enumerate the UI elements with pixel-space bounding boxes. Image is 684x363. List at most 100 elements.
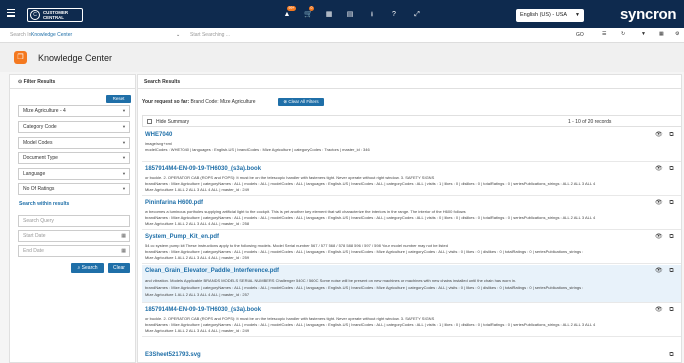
view-icon[interactable]: 👁 bbox=[655, 307, 663, 314]
expand-icon[interactable]: ⤢ bbox=[413, 11, 421, 19]
search-input[interactable]: Start Searching ... bbox=[190, 32, 230, 38]
result-item: 1857914M4-EN-09-19-TH6030_(s3a).book or … bbox=[142, 163, 681, 196]
language-filter-select[interactable]: Language ▼ bbox=[18, 168, 130, 180]
refresh-icon[interactable]: ↻ bbox=[621, 31, 625, 37]
brand-select-value: Mize Agriculture - 4 bbox=[23, 108, 66, 114]
search-in-label: Search In bbox=[10, 32, 32, 38]
knowledge-center-icon: ❒ bbox=[14, 51, 27, 64]
result-title[interactable]: 1857914M4-EN-09-19-TH6030_(s3a).book bbox=[145, 166, 261, 172]
hide-summary-checkbox[interactable] bbox=[147, 119, 152, 124]
search-query-placeholder: Search Query bbox=[23, 218, 54, 224]
search-within-title: Search within results bbox=[19, 201, 70, 207]
result-title[interactable]: 1857914M4-EN-09-19-TH6030_(s3a).book bbox=[145, 307, 261, 313]
copy-icon[interactable]: ⧉ bbox=[668, 166, 675, 173]
result-line: Mize Agriculture 1 ALL 2 ALL 3 ALL 4 ALL… bbox=[145, 328, 250, 333]
result-item: E3Sheet521793.svg ⧉ bbox=[142, 338, 681, 362]
filter-icon[interactable]: ▼ bbox=[641, 31, 646, 37]
result-item-highlighted: Clean_Grain_Elevator_Paddle_Interference… bbox=[142, 265, 681, 303]
language-select[interactable]: English (US) - USA ▼ bbox=[516, 9, 584, 22]
result-line: and vibration. Models Applicable BRANDS … bbox=[145, 278, 517, 283]
view-icon[interactable]: 👁 bbox=[655, 132, 663, 139]
go-button[interactable]: GO bbox=[576, 32, 584, 38]
chevron-down-icon[interactable]: ⌄ bbox=[176, 32, 180, 38]
result-title[interactable]: System_Pump_Kit_en.pdf bbox=[145, 234, 219, 240]
document-type-value: Document Type bbox=[23, 155, 58, 161]
calendar-icon[interactable]: ▦ bbox=[659, 31, 664, 37]
alert-icon[interactable]: ▲ bbox=[283, 11, 291, 19]
settings-icon[interactable]: ⚙ bbox=[675, 31, 679, 37]
reset-button[interactable]: Reset bbox=[106, 95, 131, 103]
category-code-select[interactable]: Category Code ▼ bbox=[18, 121, 130, 133]
view-icon[interactable]: 👁 bbox=[655, 200, 663, 207]
start-date-input[interactable]: Start Date ▦ bbox=[18, 230, 130, 242]
ratings-select[interactable]: No Of Ratings ▼ bbox=[18, 183, 130, 195]
view-icon[interactable]: 👁 bbox=[655, 268, 663, 275]
clear-all-filters-button[interactable]: ⊗ Clear All Filters bbox=[278, 98, 324, 106]
copy-icon[interactable]: ⧉ bbox=[668, 234, 675, 241]
clipboard-icon[interactable]: ▤ bbox=[346, 11, 354, 19]
result-item: Pininfarina H600.pdf w becomes a luminou… bbox=[142, 197, 681, 230]
search-button[interactable]: ⌕ Search bbox=[71, 263, 104, 273]
result-line: Mize Agriculture 1 ALL 2 ALL 3 ALL 4 ALL… bbox=[145, 255, 250, 260]
ratings-value: No Of Ratings bbox=[23, 186, 55, 192]
chevron-down-icon: ▼ bbox=[575, 12, 580, 18]
search-query-input[interactable]: Search Query bbox=[18, 215, 130, 227]
copy-icon[interactable]: ⧉ bbox=[668, 352, 675, 359]
chevron-down-icon: ▼ bbox=[122, 171, 126, 176]
result-line: brandNames : Mize Agriculture | category… bbox=[145, 215, 596, 220]
end-date-placeholder: End Date bbox=[23, 248, 44, 254]
result-title[interactable]: Pininfarina H600.pdf bbox=[145, 200, 203, 206]
cart-icon[interactable]: 🛒 bbox=[304, 11, 313, 19]
brand-select[interactable]: Mize Agriculture - 4 ▼ bbox=[18, 105, 130, 117]
page-title: Knowledge Center bbox=[38, 53, 113, 63]
result-title[interactable]: E3Sheet521793.svg bbox=[145, 352, 201, 358]
result-line: modelCodes : WHE7040 | languages : Engli… bbox=[145, 147, 370, 152]
hamburger-icon[interactable] bbox=[7, 9, 15, 18]
result-line: brandNames : Mize Agriculture | category… bbox=[145, 249, 584, 254]
document-type-select[interactable]: Document Type ▼ bbox=[18, 152, 130, 164]
top-bar: C CUSTOMER CENTRAL ▲ 99+ 🛒 0 ▦ ▤ ⭳ ? ⤢ E… bbox=[0, 0, 684, 28]
language-value: English (US) - USA bbox=[520, 12, 568, 18]
search-button-label: Search bbox=[81, 265, 98, 271]
chevron-down-icon: ▼ bbox=[122, 124, 126, 129]
result-item: 1857914M4-EN-09-19-TH6030_(s3a).book or … bbox=[142, 304, 681, 337]
copy-icon[interactable]: ⧉ bbox=[668, 132, 675, 139]
result-line: 54 cc system pump kit These instructions… bbox=[145, 243, 448, 248]
copy-icon[interactable]: ⧉ bbox=[668, 268, 675, 275]
model-codes-value: Model Codes bbox=[23, 140, 53, 146]
model-codes-select[interactable]: Model Codes ▼ bbox=[18, 137, 130, 149]
view-icon[interactable]: 👁 bbox=[655, 166, 663, 173]
result-line: brandNames : Mize Agriculture | category… bbox=[145, 181, 596, 186]
list-icon[interactable]: ☰ bbox=[602, 31, 606, 37]
result-item: System_Pump_Kit_en.pdf 54 cc system pump… bbox=[142, 231, 681, 264]
end-date-input[interactable]: End Date ▦ bbox=[18, 245, 130, 257]
clear-button[interactable]: Clear bbox=[108, 263, 130, 273]
search-in-select[interactable]: Knowledge Center bbox=[31, 32, 72, 38]
alert-count-badge: 99+ bbox=[287, 6, 296, 11]
summary-bar: Hide Summary 1 - 10 of 20 records bbox=[142, 115, 681, 127]
calendar-icon[interactable]: ▦ bbox=[121, 246, 126, 256]
logo-mark: C bbox=[30, 10, 40, 20]
copy-icon[interactable]: ⧉ bbox=[668, 307, 675, 314]
help-icon[interactable]: ? bbox=[390, 11, 398, 19]
chevron-down-icon: ▼ bbox=[122, 186, 126, 191]
cart-count-badge: 0 bbox=[309, 6, 314, 11]
result-title[interactable]: Clean_Grain_Elevator_Paddle_Interference… bbox=[145, 268, 279, 274]
result-title[interactable]: WHE7040 bbox=[145, 132, 172, 138]
category-code-value: Category Code bbox=[23, 124, 57, 130]
start-date-placeholder: Start Date bbox=[23, 233, 46, 239]
result-line: Mize Agriculture 1 ALL 2 ALL 3 ALL 4 ALL… bbox=[145, 221, 250, 226]
search-results-header: Search Results bbox=[138, 75, 681, 89]
calendar-icon[interactable]: ▦ bbox=[121, 231, 126, 241]
view-icon[interactable]: 👁 bbox=[655, 234, 663, 241]
customer-central-logo[interactable]: C CUSTOMER CENTRAL bbox=[27, 8, 83, 22]
download-icon[interactable]: ⭳ bbox=[368, 11, 376, 19]
result-line: brandNames : Mize Agriculture | category… bbox=[145, 322, 596, 327]
result-line: or buckle. 2. OPERATOR CAB (ROPS and FOP… bbox=[145, 175, 435, 180]
syncron-logo: syncron bbox=[620, 6, 677, 23]
grid-icon[interactable]: ▦ bbox=[325, 11, 333, 19]
language-filter-value: Language bbox=[23, 171, 46, 177]
copy-icon[interactable]: ⧉ bbox=[668, 200, 675, 207]
result-line: Mize Agriculture 1 ALL 2 ALL 3 ALL 4 ALL… bbox=[145, 292, 250, 297]
logo-line-2: CENTRAL bbox=[43, 15, 64, 20]
